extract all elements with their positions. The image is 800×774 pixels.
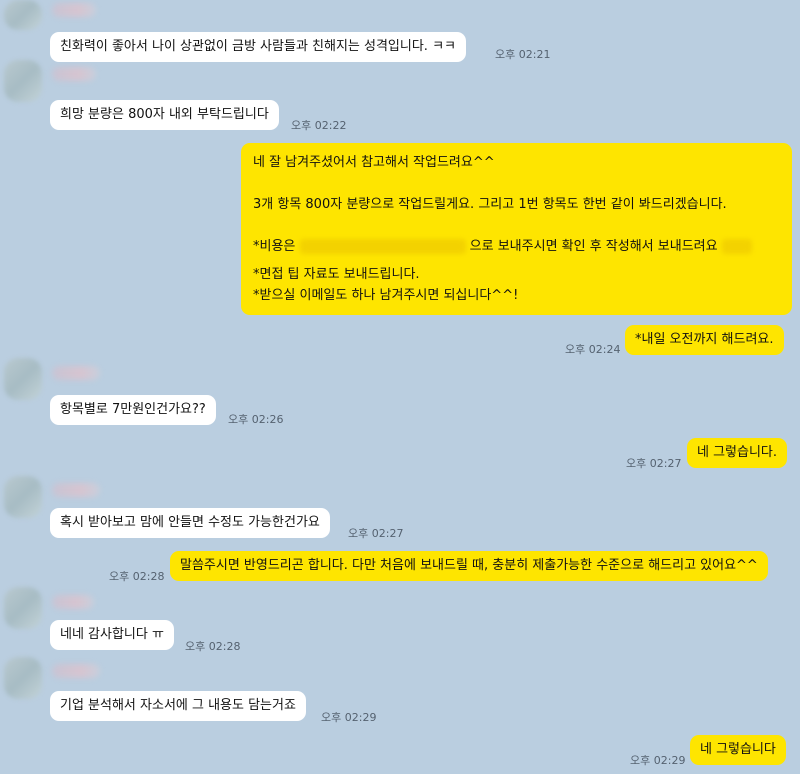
cost-suffix: 으로 보내주시면 확인 후 작성해서 보내드려요: [469, 239, 718, 254]
message-bubble-outgoing[interactable]: *내일 오전까지 해드려요.: [625, 325, 784, 355]
message-timestamp: 오후 02:24: [565, 343, 621, 356]
cost-label: *비용은: [253, 239, 296, 254]
message-bubble-outgoing[interactable]: 네 잘 남겨주셨어서 참고해서 작업드려요^^ 3개 항목 800자 분량으로 …: [241, 143, 792, 315]
message-timestamp: 오후 02:22: [291, 119, 347, 132]
sender-name-blurred: [52, 3, 96, 17]
message-timestamp: 오후 02:29: [630, 754, 686, 767]
message-timestamp: 오후 02:27: [626, 457, 682, 470]
message-line: *면접 팁 자료도 보내드립니다.: [253, 267, 420, 282]
sender-name-blurred: [52, 366, 100, 380]
message-timestamp: 오후 02:21: [495, 48, 551, 61]
message-timestamp: 오후 02:29: [321, 711, 377, 724]
message-timestamp: 오후 02:26: [228, 413, 284, 426]
avatar[interactable]: [4, 587, 42, 629]
message-bubble-incoming[interactable]: 항목별로 7만원인건가요??: [50, 395, 216, 425]
message-bubble-incoming[interactable]: 친화력이 좋아서 나이 상관없이 금방 사람들과 친해지는 성격입니다. ㅋㅋ: [50, 32, 466, 62]
avatar[interactable]: [4, 476, 42, 518]
avatar[interactable]: [4, 0, 42, 30]
message-bubble-outgoing[interactable]: 네 그렇습니다.: [687, 438, 788, 468]
message-bubble-incoming[interactable]: 기업 분석해서 자소서에 그 내용도 담는거죠: [50, 691, 306, 721]
message-bubble-incoming[interactable]: 네네 감사합니다 ㅠ: [50, 620, 174, 650]
sender-name-blurred: [52, 595, 94, 609]
sender-name-blurred: [52, 483, 100, 497]
avatar[interactable]: [4, 657, 42, 699]
avatar[interactable]: [4, 60, 42, 102]
message-line: 3개 항목 800자 분량으로 작업드릴게요. 그리고 1번 항목도 한번 같이…: [253, 197, 727, 212]
avatar[interactable]: [4, 358, 42, 400]
message-timestamp: 오후 02:28: [185, 640, 241, 653]
message-bubble-outgoing[interactable]: 네 그렇습니다: [690, 735, 786, 765]
message-timestamp: 오후 02:28: [109, 570, 165, 583]
message-bubble-outgoing[interactable]: 말씀주시면 반영드리곤 합니다. 다만 처음에 보내드릴 때, 충분히 제출가능…: [170, 551, 768, 581]
sender-name-blurred: [52, 664, 100, 678]
message-bubble-incoming[interactable]: 희망 분량은 800자 내외 부탁드립니다: [50, 100, 279, 130]
message-timestamp: 오후 02:27: [348, 527, 404, 540]
message-bubble-incoming[interactable]: 혹시 받아보고 맘에 안들면 수정도 가능한건가요: [50, 508, 330, 538]
redacted-emoji: [721, 239, 752, 254]
message-line: *비용은 으로 보내주시면 확인 후 작성해서 보내드려요: [253, 236, 780, 257]
sender-name-blurred: [52, 67, 96, 81]
message-line: *받으실 이메일도 하나 남겨주시면 되십니다^^!: [253, 288, 519, 303]
message-line: 네 잘 남겨주셨어서 참고해서 작업드려요^^: [253, 155, 495, 170]
redacted-cost: [299, 239, 466, 254]
